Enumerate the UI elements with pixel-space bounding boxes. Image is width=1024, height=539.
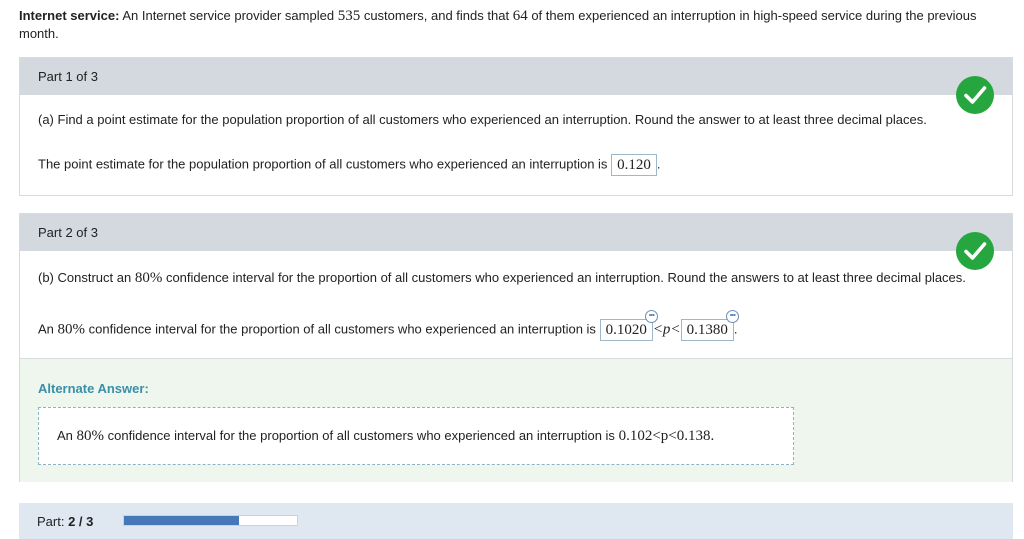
part-2-panel: Part 2 of 3 (b) Construct an 80% confide… — [19, 213, 1013, 482]
part-1-question: (a) Find a point estimate for the popula… — [38, 112, 927, 127]
inequality: <p< — [652, 321, 681, 338]
point-estimate-answer[interactable]: 0.120 — [611, 154, 657, 176]
problem-intro: Internet service: An Internet service pr… — [19, 8, 977, 41]
problem-heading: Internet service: — [19, 8, 120, 23]
check-icon — [956, 76, 994, 114]
more-icon[interactable]: ••• — [644, 310, 658, 323]
part-progress-text: 2 / 3 — [68, 514, 94, 529]
sample-size: 535 — [337, 8, 361, 24]
success-count: 64 — [512, 8, 528, 24]
part-1-answer-line: The point estimate for the population pr… — [38, 154, 998, 176]
progress-bar — [123, 515, 298, 526]
alternate-answer-text: An 80% confidence interval for the propo… — [57, 428, 715, 444]
part-progress-label: Part: 2 / 3 — [37, 514, 94, 529]
alternate-answer-title: Alternate Answer: — [38, 381, 149, 396]
check-icon — [956, 232, 994, 270]
progress-footer: Part: 2 / 3 — [19, 503, 1013, 539]
part-2-question: (b) Construct an 80% confidence interval… — [38, 270, 966, 286]
part-2-header: Part 2 of 3 — [20, 214, 1012, 251]
part-1-panel: Part 1 of 3 (a) Find a point estimate fo… — [19, 57, 1013, 196]
progress-bar-fill — [124, 516, 240, 525]
more-icon[interactable]: ••• — [725, 310, 739, 323]
part-1-header: Part 1 of 3 — [20, 58, 1012, 95]
alternate-answer-section: Alternate Answer: An 80% confidence inte… — [20, 358, 1012, 482]
part-2-answer-line: An 80% confidence interval for the propo… — [38, 310, 998, 341]
alternate-answer-box: An 80% confidence interval for the propo… — [38, 407, 794, 465]
upper-bound-answer[interactable]: 0.1380 ••• — [680, 310, 739, 341]
lower-bound-answer[interactable]: 0.1020 ••• — [599, 310, 658, 341]
